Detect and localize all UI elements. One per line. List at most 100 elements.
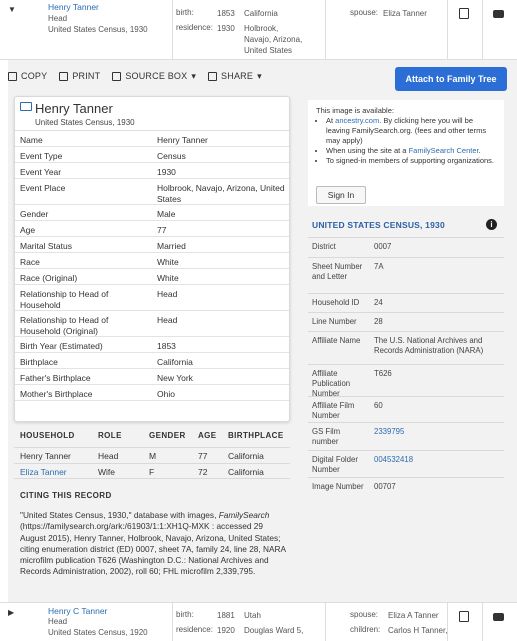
- census-detail-row: Line Number 28: [308, 312, 504, 331]
- sign-in-button[interactable]: Sign In: [316, 186, 366, 204]
- source-document-icon[interactable]: [459, 611, 469, 622]
- census-detail-label: GS Film number: [312, 427, 341, 446]
- table-row: Eliza Tanner Wife F 72 California: [14, 463, 290, 479]
- census-detail-label: Affiliate Publication Number: [312, 369, 351, 398]
- role-header: ROLE: [98, 431, 122, 440]
- availability-ancestry: At ancestry.com. By clicking here you wi…: [326, 116, 496, 146]
- field-label: Event Place: [20, 183, 66, 193]
- children-label: children:: [350, 625, 381, 634]
- census-detail-value: T626: [374, 369, 392, 378]
- divider: [482, 0, 483, 60]
- divider: [447, 603, 448, 641]
- info-icon[interactable]: i: [486, 219, 497, 230]
- field-value: Male: [157, 209, 176, 219]
- field-value: Holbrook, Navajo, Arizona, United States: [157, 183, 285, 204]
- census-detail-link[interactable]: 004532418: [374, 455, 502, 465]
- household-member-role: Head: [98, 451, 119, 461]
- image-availability-box: This image is available: At ancestry.com…: [308, 100, 504, 206]
- record-field-row: Age 77: [15, 221, 289, 237]
- id-card-icon: [20, 102, 32, 111]
- birth-place: California: [244, 9, 278, 18]
- residence-year: 1930: [217, 24, 235, 33]
- copy-label: COPY: [21, 71, 48, 81]
- household-member-age: 72: [198, 467, 208, 477]
- record-field-row: Relationship to Head of Household (Origi…: [15, 311, 289, 337]
- census-detail-label: Line Number: [312, 317, 357, 326]
- census-detail-row: Image Number 00707: [308, 477, 504, 505]
- camera-icon[interactable]: [493, 10, 504, 18]
- children-names: Carlos H Tanner,: [388, 626, 448, 635]
- census-detail-row: Sheet Number and Letter 7A: [308, 257, 504, 293]
- record-card: Henry Tanner United States Census, 1930 …: [14, 96, 290, 422]
- camera-icon[interactable]: [493, 613, 504, 621]
- census-detail-value: 24: [374, 298, 383, 307]
- census-detail-value: 0007: [374, 242, 392, 251]
- household-member-link[interactable]: Eliza Tanner: [20, 467, 67, 477]
- household-member-age: 77: [198, 451, 208, 461]
- result-row-bottom: ▶ Henry C Tanner Head United States Cens…: [0, 602, 517, 641]
- record-field-row: Name Henry Tanner: [15, 131, 289, 147]
- census-detail-label: Digital Folder Number: [312, 455, 358, 474]
- census-detail-row: Digital Folder Number 004532418: [308, 450, 504, 477]
- share-button[interactable]: SHARE ▾: [208, 71, 262, 82]
- census-detail-value: The U.S. National Archives and Records A…: [374, 336, 484, 355]
- result-role: Head: [48, 14, 68, 23]
- record-field-row: Relationship to Head of Household Head: [15, 285, 289, 311]
- census-detail-link[interactable]: 2339795: [374, 427, 502, 437]
- result-name-link[interactable]: Henry Tanner: [48, 2, 99, 12]
- source-box-button[interactable]: SOURCE BOX ▾: [112, 71, 196, 82]
- source-document-icon[interactable]: [459, 8, 469, 19]
- field-label: Name: [20, 135, 43, 145]
- census-detail-value: 60: [374, 401, 383, 410]
- age-header: AGE: [198, 431, 217, 440]
- field-label: Age: [20, 225, 36, 235]
- chevron-down-icon: ▾: [191, 70, 197, 81]
- expand-caret-icon[interactable]: ▶: [8, 608, 14, 617]
- field-label: Event Type: [20, 151, 63, 161]
- household-member-birthplace: California: [228, 451, 264, 461]
- census-detail-label: District: [312, 242, 336, 251]
- spouse-label: spouse:: [350, 8, 379, 17]
- result-role: Head: [48, 617, 68, 626]
- attach-to-family-tree-button[interactable]: Attach to Family Tree: [395, 67, 507, 91]
- record-person-name: Henry Tanner: [35, 101, 113, 116]
- spouse-label: spouse:: [350, 610, 379, 619]
- record-field-row: Event Type Census: [15, 147, 289, 163]
- field-label: Mother's Birthplace: [20, 389, 93, 399]
- result-collection: United States Census, 1930: [48, 25, 148, 34]
- birthplace-header: BIRTHPLACE: [228, 431, 284, 440]
- source-box-label: SOURCE BOX: [125, 71, 188, 81]
- field-label: Race (Original): [20, 273, 78, 283]
- birth-place: Utah: [244, 611, 261, 620]
- field-label: Marital Status: [20, 241, 72, 251]
- census-detail-row: Affiliate Name The U.S. National Archives…: [308, 331, 504, 364]
- household-member-birthplace: California: [228, 467, 264, 477]
- census-detail-value: 28: [374, 317, 383, 326]
- result-name-link[interactable]: Henry C Tanner: [48, 606, 107, 616]
- divider: [482, 603, 483, 641]
- residence-label: residence:: [176, 625, 213, 634]
- field-value: Henry Tanner: [157, 135, 208, 145]
- citation-text: "United States Census, 1930," database w…: [20, 510, 286, 577]
- familysearch-center-link[interactable]: FamilySearch Center: [409, 146, 479, 155]
- record-field-row: Event Year 1930: [15, 163, 289, 179]
- record-field-row: Mother's Birthplace Ohio: [15, 385, 289, 401]
- census-detail-label: Image Number: [312, 482, 364, 491]
- household-header: HOUSEHOLD: [20, 431, 75, 440]
- census-detail-value: 7A: [374, 262, 384, 271]
- divider: [447, 0, 448, 60]
- field-value: Head: [157, 289, 178, 299]
- copy-icon: [8, 71, 17, 81]
- printer-icon: [59, 71, 69, 81]
- residence-place: Holbrook, Navajo, Arizona, United States: [244, 24, 303, 55]
- print-button[interactable]: PRINT: [59, 71, 100, 81]
- collapse-caret-icon[interactable]: ▼: [8, 5, 16, 14]
- divider: [325, 603, 326, 641]
- record-field-row: Father's Birthplace New York: [15, 369, 289, 385]
- field-value: White: [157, 257, 179, 267]
- result-collection: United States Census, 1920: [48, 628, 148, 637]
- ancestry-link[interactable]: ancestry.com: [335, 116, 379, 125]
- field-label: Birth Year (Estimated): [20, 341, 103, 351]
- copy-button[interactable]: COPY: [8, 71, 47, 81]
- record-field-row: Race White: [15, 253, 289, 269]
